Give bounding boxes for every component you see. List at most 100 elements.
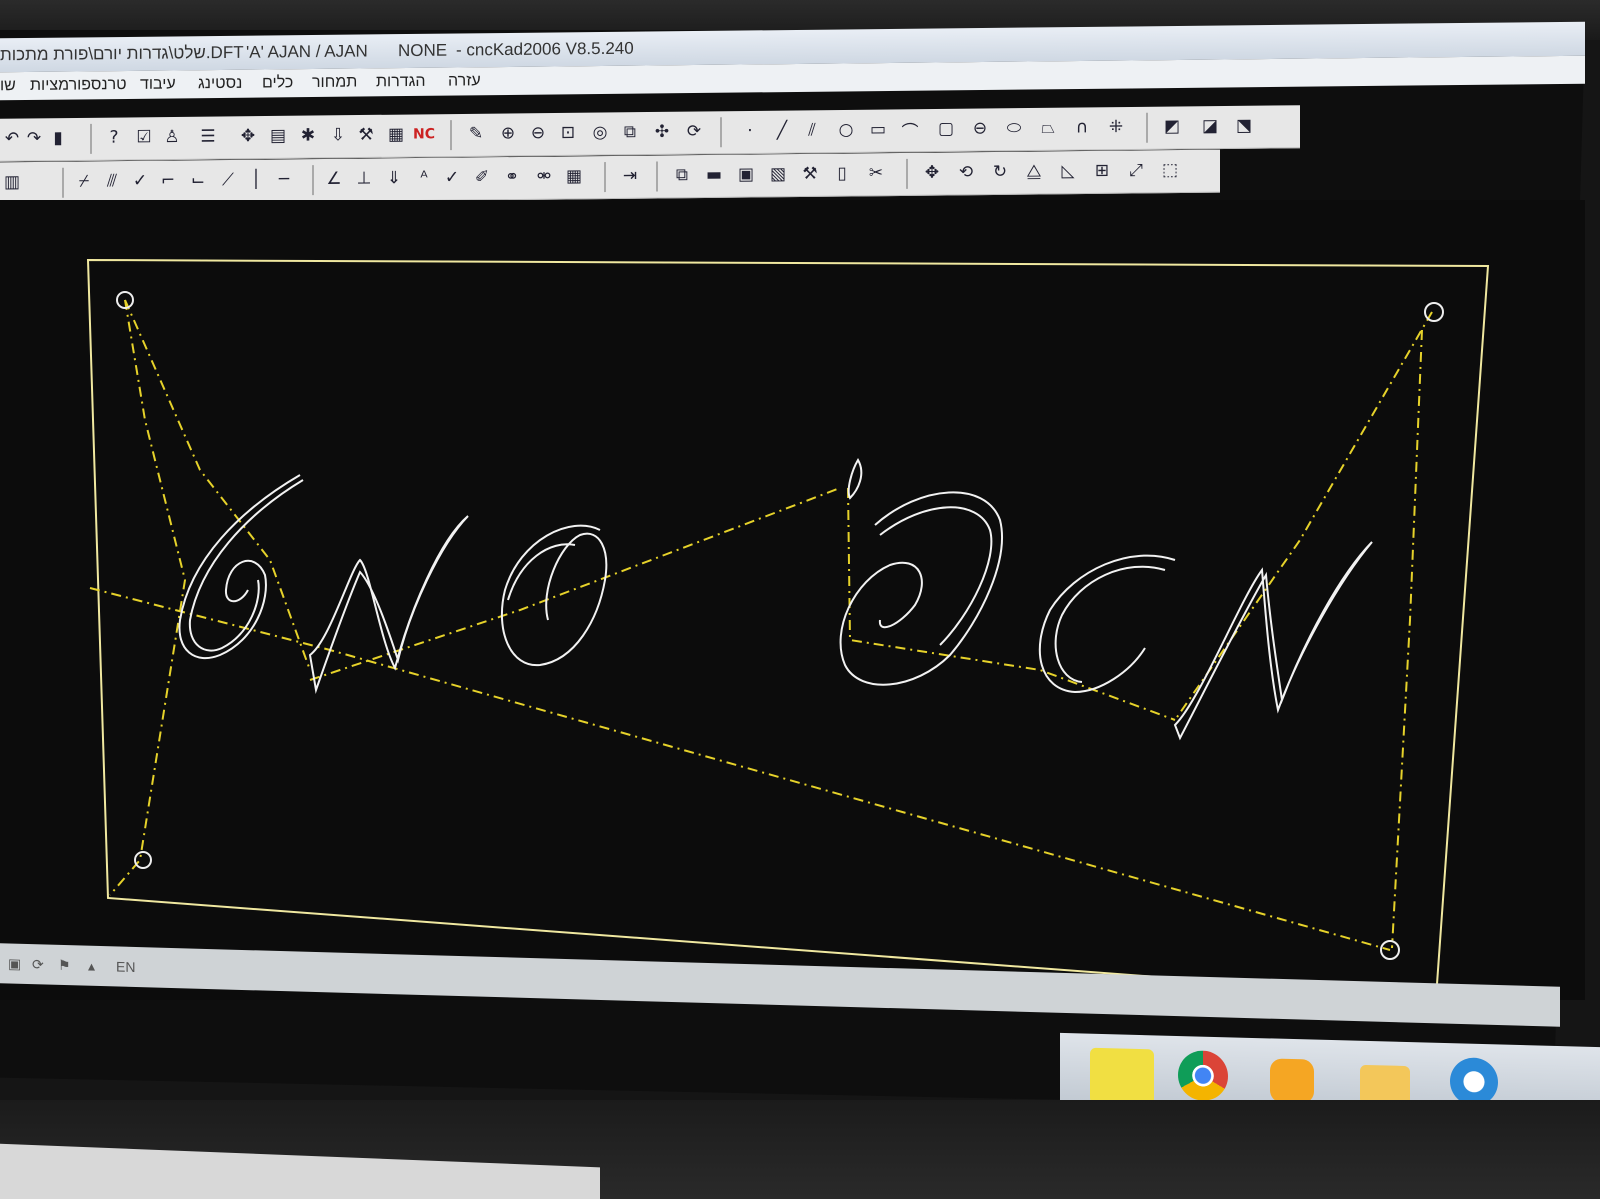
- grid-icon[interactable]: ▦: [384, 123, 408, 147]
- unfold-icon[interactable]: ⬔: [1232, 114, 1256, 138]
- toolbar-separator: [62, 167, 64, 198]
- circle-icon[interactable]: ○: [834, 118, 858, 142]
- check-icon[interactable]: ✓: [128, 169, 152, 193]
- menu-item-help[interactable]: עזרה: [448, 67, 481, 95]
- hammer-icon[interactable]: ⚒: [354, 123, 378, 147]
- auto-punch-icon[interactable]: ⇩: [326, 123, 350, 147]
- obround-icon[interactable]: ⬭: [1002, 116, 1026, 140]
- sheet-border: [86, 258, 1490, 1000]
- menu-item-partial[interactable]: שו: [0, 72, 16, 100]
- person-icon[interactable]: ♙: [160, 125, 184, 149]
- hatch-icon[interactable]: ▧: [766, 162, 790, 186]
- chevron-up-icon[interactable]: ▴: [88, 958, 95, 975]
- pen-icon[interactable]: ✎: [464, 122, 488, 146]
- reference-points: [116, 291, 1444, 960]
- internet-explorer-icon[interactable]: [1450, 1057, 1498, 1107]
- chamfer-icon[interactable]: ⌙: [186, 168, 210, 192]
- status-icon-refresh[interactable]: ⟳: [32, 956, 44, 973]
- cnckad-taskbar-icon[interactable]: [1090, 1047, 1154, 1106]
- toolbar-separator: [312, 165, 314, 196]
- horizontal-line-icon[interactable]: ─: [272, 167, 296, 191]
- tool-bottle-icon[interactable]: ▮: [46, 126, 70, 150]
- sheet-3d-icon[interactable]: ◩: [1160, 114, 1184, 138]
- text-dimension-icon[interactable]: ⇓: [382, 166, 406, 190]
- zoom-all-icon[interactable]: ◎: [588, 120, 612, 144]
- break-icon[interactable]: ⟋: [216, 168, 240, 192]
- copy-icon[interactable]: ⧉: [670, 163, 694, 187]
- vertical-line-icon[interactable]: │: [244, 168, 268, 192]
- title-view: 'A' AJAN / AJAN: [246, 41, 368, 62]
- grid-array-icon[interactable]: ⊞: [1090, 159, 1114, 183]
- trapezoid-icon[interactable]: ⏢: [1036, 116, 1060, 140]
- rounded-rectangle-icon[interactable]: ▢: [934, 117, 958, 141]
- unlink-icon[interactable]: ⚮: [532, 165, 556, 189]
- point-icon[interactable]: ·: [738, 119, 762, 143]
- media-player-icon[interactable]: [1270, 1058, 1314, 1104]
- flag-icon: ⚑: [58, 956, 71, 974]
- extend-icon[interactable]: ⫻: [100, 169, 124, 193]
- menu-item-pricing[interactable]: תמחור: [312, 69, 357, 97]
- rectangle-icon[interactable]: ▭: [866, 117, 890, 141]
- zoom-out-icon[interactable]: ⊖: [526, 121, 550, 145]
- scale-icon[interactable]: ◺: [1056, 159, 1080, 183]
- wrench-icon[interactable]: ⚒: [798, 162, 822, 186]
- link-icon[interactable]: ⚭: [500, 165, 524, 189]
- arc-icon[interactable]: ⌒: [898, 117, 922, 142]
- pan-icon[interactable]: ✣: [650, 120, 674, 144]
- calendar-icon[interactable]: ▣: [734, 162, 758, 186]
- sheet-icon[interactable]: ▤: [266, 124, 290, 148]
- redraw-icon[interactable]: ⟳: [682, 119, 706, 143]
- zoom-previous-icon[interactable]: ⧉: [618, 120, 642, 144]
- line-icon[interactable]: ╱: [770, 118, 794, 142]
- trim-icon[interactable]: ⌿: [72, 169, 96, 193]
- move-icon[interactable]: ✥: [920, 161, 944, 185]
- hemisphere-icon[interactable]: ⊖: [968, 116, 992, 140]
- title-file-path: שלט\גדרות יורם\פורת מתכות.DFT: [0, 42, 244, 65]
- menu-item-nesting[interactable]: נסטינג: [198, 70, 242, 98]
- rotate-copy-icon[interactable]: ⟲: [954, 160, 978, 184]
- toolbar-separator: [720, 117, 722, 148]
- menu-item-processing[interactable]: עיבוד: [140, 70, 176, 98]
- toolbar-separator: [604, 162, 606, 193]
- menu-item-settings[interactable]: הגדרות: [376, 68, 426, 97]
- punch-icon[interactable]: ✥: [236, 124, 260, 148]
- chrome-icon[interactable]: [1178, 1050, 1228, 1102]
- scissors-icon[interactable]: ✂: [864, 161, 888, 185]
- table-icon[interactable]: ▦: [562, 164, 586, 188]
- menu-item-transformations[interactable]: טרנספורמציות: [30, 71, 127, 100]
- rotate-icon[interactable]: ↻: [988, 160, 1012, 184]
- mirror-icon[interactable]: ⧋: [1022, 159, 1046, 183]
- explode-icon[interactable]: ⬚: [1158, 158, 1182, 182]
- insert-icon[interactable]: ⇥: [618, 164, 642, 188]
- parallel-line-icon[interactable]: ⫽: [800, 118, 824, 142]
- bend-icon[interactable]: ◪: [1198, 114, 1222, 138]
- zoom-in-icon[interactable]: ⊕: [496, 121, 520, 145]
- text-icon[interactable]: ᴬ: [412, 166, 436, 190]
- query-icon[interactable]: ?: [102, 125, 126, 149]
- layers-icon[interactable]: ☰: [196, 125, 220, 149]
- redo-icon[interactable]: ↷: [22, 126, 46, 150]
- undo-icon[interactable]: ↶: [0, 127, 24, 151]
- nest-icon[interactable]: ✱: [296, 123, 320, 147]
- checklist-icon[interactable]: ☑: [132, 125, 156, 149]
- nc-button[interactable]: NC: [412, 122, 436, 146]
- zoom-window-icon[interactable]: ⊡: [556, 121, 580, 145]
- panel-icon[interactable]: ▥: [0, 170, 24, 194]
- menu-item-tools[interactable]: כלים: [262, 69, 293, 97]
- toolbar-separator: [1146, 112, 1148, 143]
- ruler-icon[interactable]: ▯: [830, 161, 854, 185]
- angle-icon[interactable]: ∠: [322, 167, 346, 191]
- drawing-canvas[interactable]: [0, 200, 1585, 1000]
- language-indicator[interactable]: EN: [116, 958, 135, 975]
- drawing-svg: [86, 258, 1490, 1000]
- array-icon[interactable]: ▬: [702, 163, 726, 187]
- dimension-icon[interactable]: ⊥: [352, 166, 376, 190]
- title-mode: NONE: [398, 40, 448, 61]
- stretch-icon[interactable]: ⤢: [1124, 158, 1148, 182]
- fillet-icon[interactable]: ⌐: [156, 169, 180, 193]
- leader-icon[interactable]: ✓: [440, 166, 464, 190]
- toolbar-separator: [906, 158, 908, 189]
- point-pattern-icon[interactable]: ⁜: [1104, 115, 1128, 139]
- marker-icon[interactable]: ✐: [470, 165, 494, 189]
- arch-icon[interactable]: ∩: [1070, 115, 1094, 139]
